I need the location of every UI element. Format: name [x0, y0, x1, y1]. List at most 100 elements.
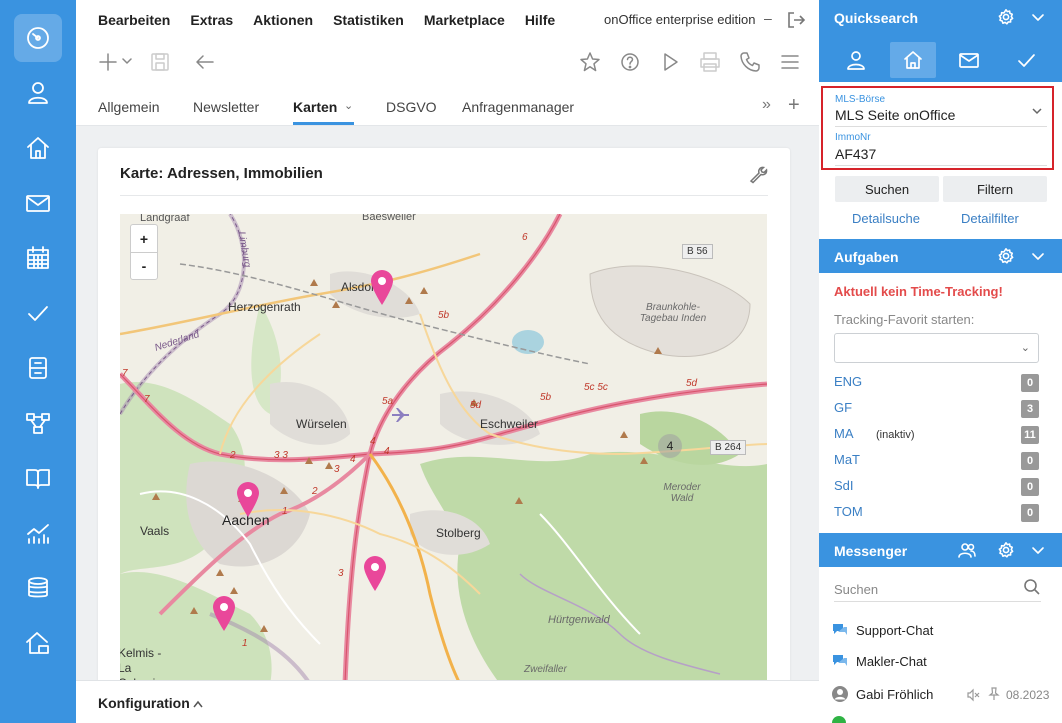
user-row-ma[interactable]: MA (inaktiv) 11 — [834, 426, 1039, 446]
mls-dropdown-chevron-icon[interactable] — [1031, 106, 1043, 116]
tab-anfragenmanager[interactable]: Anfragenmanager — [462, 99, 574, 115]
tab-karten-chevron-icon[interactable]: ⌄ — [344, 99, 353, 112]
user-code[interactable]: SdI — [834, 478, 854, 493]
quicksearch-tab-properties-icon[interactable] — [890, 42, 936, 78]
online-status-indicator — [832, 716, 846, 723]
user-row-gf[interactable]: GF 3 — [834, 400, 1039, 420]
menu-bearbeiten[interactable]: Bearbeiten — [98, 12, 170, 28]
book-icon[interactable] — [14, 454, 62, 502]
back-arrow-icon[interactable] — [193, 50, 217, 74]
menu-marketplace[interactable]: Marketplace — [424, 12, 505, 28]
play-icon[interactable] — [658, 50, 682, 74]
database-icon[interactable] — [14, 564, 62, 612]
map-cluster-marker[interactable]: 4 — [658, 434, 682, 458]
tabs-more-icon[interactable]: » — [762, 96, 771, 114]
statistics-icon[interactable] — [14, 509, 62, 557]
favorite-star-icon[interactable] — [578, 50, 602, 74]
dashboard-icon[interactable] — [14, 14, 62, 62]
quicksearch-tab-contacts-icon[interactable] — [833, 42, 879, 78]
menu-hilfe[interactable]: Hilfe — [525, 12, 555, 28]
tab-add-icon[interactable]: + — [788, 94, 800, 117]
map-pin-alsdorf[interactable] — [369, 268, 395, 306]
immonr-input[interactable]: AF437 — [835, 146, 876, 162]
user-code[interactable]: ENG — [834, 374, 862, 389]
zoom-in-button[interactable]: + — [131, 225, 157, 252]
tab-allgemein[interactable]: Allgemein — [98, 99, 159, 115]
tasks-header: Aufgaben — [819, 239, 1062, 273]
archive-icon[interactable] — [14, 344, 62, 392]
messenger-group-icon[interactable] — [958, 541, 976, 559]
user-task-count: 3 — [1021, 400, 1039, 418]
user-row-mat[interactable]: MaT 0 — [834, 452, 1039, 472]
map-label-stolberg: Stolberg — [436, 526, 481, 540]
house-settings-icon[interactable] — [14, 619, 62, 667]
process-network-icon[interactable] — [14, 399, 62, 447]
add-icon[interactable] — [96, 50, 120, 74]
map-pin-south[interactable] — [211, 594, 237, 632]
property-map[interactable]: Landgraaf Baesweiler Alsdorf Herzogenrat… — [120, 214, 767, 684]
map-pin-stolberg[interactable] — [362, 554, 388, 592]
edition-label: onOffice enterprise edition — [604, 12, 756, 27]
detail-search-link[interactable]: Detailsuche — [852, 211, 920, 226]
configuration-chevron-icon[interactable] — [192, 699, 204, 709]
user-task-count: 11 — [1021, 426, 1039, 444]
tasks-collapse-chevron-icon[interactable] — [1029, 247, 1047, 265]
help-icon[interactable] — [618, 50, 642, 74]
search-icon — [1024, 579, 1040, 595]
road-label-1a: 1 — [282, 506, 288, 517]
add-dropdown-chevron-icon[interactable] — [120, 54, 134, 68]
user-task-count: 0 — [1021, 452, 1039, 470]
user-code[interactable]: GF — [834, 400, 852, 415]
tracking-favorite-select[interactable]: ⌄ — [834, 333, 1039, 363]
quicksearch-tab-email-icon[interactable] — [946, 42, 992, 78]
configuration-label[interactable]: Konfiguration — [98, 695, 190, 711]
map-label-wuerselen: Würselen — [296, 417, 347, 431]
menu-statistiken[interactable]: Statistiken — [333, 12, 404, 28]
calendar-icon[interactable] — [14, 234, 62, 282]
configuration-bar[interactable]: Konfiguration — [76, 680, 819, 723]
menu-extras[interactable]: Extras — [190, 12, 233, 28]
map-pin-aachen[interactable] — [235, 480, 261, 518]
user-row-sdi[interactable]: SdI 0 — [834, 478, 1039, 498]
road-shield-b56: B 56 — [682, 244, 713, 259]
tasks-check-icon[interactable] — [14, 289, 62, 337]
user-code[interactable]: MaT — [834, 452, 860, 467]
phone-icon[interactable] — [738, 50, 762, 74]
road-label-5c: 5c 5c — [584, 382, 608, 393]
messenger-collapse-chevron-icon[interactable] — [1029, 541, 1047, 559]
tracking-favorite-label: Tracking-Favorit starten: — [834, 312, 975, 327]
quicksearch-tab-tasks-icon[interactable] — [1003, 42, 1049, 78]
map-label-landgraaf: Landgraaf — [140, 214, 190, 224]
chat-label: Gabi Fröhlich — [856, 687, 934, 702]
messenger-gear-icon[interactable] — [997, 541, 1015, 559]
filter-button[interactable]: Filtern — [943, 176, 1047, 202]
contacts-icon[interactable] — [14, 69, 62, 117]
user-code[interactable]: TOM — [834, 504, 863, 519]
more-menu-icon[interactable] — [778, 50, 802, 74]
properties-home-icon[interactable] — [14, 124, 62, 172]
map-zoom-control: + - — [130, 224, 158, 280]
wrench-settings-icon[interactable] — [748, 164, 768, 189]
user-row-tom[interactable]: TOM 0 — [834, 504, 1039, 524]
user-row-eng[interactable]: ENG 0 — [834, 374, 1039, 394]
mls-select[interactable]: MLS Seite onOffice — [835, 107, 955, 123]
search-button[interactable]: Suchen — [835, 176, 939, 202]
email-icon[interactable] — [14, 179, 62, 227]
tab-newsletter[interactable]: Newsletter — [193, 99, 259, 115]
quicksearch-collapse-chevron-icon[interactable] — [1029, 8, 1047, 26]
zoom-out-button[interactable]: - — [131, 252, 157, 279]
detail-filter-link[interactable]: Detailfilter — [961, 211, 1019, 226]
user-task-count: 0 — [1021, 504, 1039, 522]
main-menu: Bearbeiten Extras Aktionen Statistiken M… — [98, 12, 555, 28]
menu-aktionen[interactable]: Aktionen — [253, 12, 313, 28]
messenger-search-input[interactable]: Suchen — [834, 579, 1041, 602]
print-icon[interactable] — [698, 50, 722, 74]
muted-speaker-icon — [967, 688, 980, 702]
tab-karten[interactable]: Karten — [293, 99, 337, 115]
logout-icon[interactable] — [786, 10, 806, 35]
map-label-huertgenwald: Hürtgenwald — [548, 614, 610, 626]
quicksearch-gear-icon[interactable] — [997, 8, 1015, 26]
user-code[interactable]: MA — [834, 426, 854, 441]
tab-dsgvo[interactable]: DSGVO — [386, 99, 437, 115]
tasks-gear-icon[interactable] — [997, 247, 1015, 265]
